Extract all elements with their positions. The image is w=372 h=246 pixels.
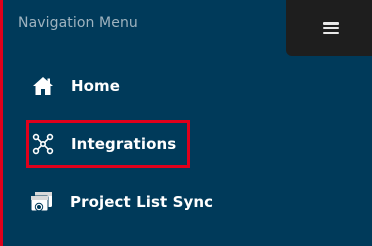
- menu-toggle-button[interactable]: [286, 0, 372, 56]
- nav-item-label: Home: [71, 77, 121, 95]
- nav-item-project-list-sync[interactable]: Project List Sync: [30, 190, 213, 214]
- nav-item-home[interactable]: Home: [31, 74, 120, 98]
- nav-item-label: Project List Sync: [70, 193, 214, 211]
- navigation-panel: Navigation Menu Home Integrations Projec…: [0, 0, 372, 246]
- integrations-icon: [31, 132, 55, 156]
- nav-item-integrations[interactable]: Integrations: [31, 132, 176, 156]
- nav-title: Navigation Menu: [18, 15, 138, 31]
- hamburger-icon: [322, 22, 339, 34]
- project-sync-icon: [30, 190, 54, 214]
- nav-item-label: Integrations: [71, 135, 177, 153]
- home-icon: [31, 74, 55, 98]
